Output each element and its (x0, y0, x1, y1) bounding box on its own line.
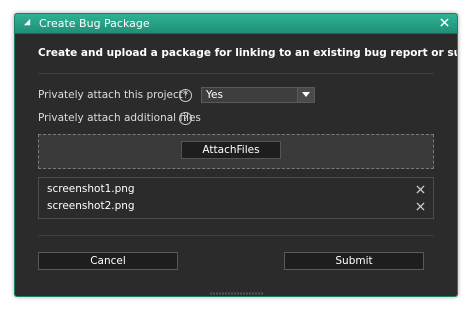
attach-project-label: Privately attach this project* (38, 89, 189, 101)
divider (38, 235, 434, 236)
attach-files-button[interactable]: AttachFiles (181, 141, 281, 159)
remove-icon[interactable] (416, 202, 425, 211)
file-name: screenshot1.png (47, 183, 135, 195)
file-item: screenshot1.png (39, 182, 433, 198)
cancel-button[interactable]: Cancel (38, 252, 178, 270)
attach-files-label: Privately attach additional files (38, 112, 201, 124)
dialog-heading: Create and upload a package for linking … (38, 47, 457, 59)
chevron-down-icon (302, 92, 310, 97)
submit-button[interactable]: Submit (284, 252, 424, 270)
attach-project-select[interactable]: Yes (201, 87, 315, 103)
divider (38, 73, 434, 74)
close-icon[interactable] (439, 17, 450, 28)
help-circle-icon[interactable]: ? (179, 112, 192, 125)
file-name: screenshot2.png (47, 200, 135, 212)
help-circle-icon[interactable]: ? (179, 89, 192, 102)
title-bar[interactable]: Create Bug Package (15, 14, 457, 34)
create-bug-package-dialog: Create Bug Package Create and upload a p… (14, 13, 458, 297)
file-item: screenshot2.png (39, 199, 433, 215)
dropdown-button[interactable] (297, 88, 314, 102)
attached-files-list: screenshot1.png screenshot2.png (38, 177, 434, 219)
file-drop-zone[interactable]: AttachFiles (38, 134, 434, 169)
attach-project-value: Yes (206, 89, 223, 101)
resize-grip-icon[interactable] (210, 292, 264, 295)
window-title: Create Bug Package (39, 17, 150, 30)
collapse-caret-icon[interactable] (23, 18, 32, 27)
remove-icon[interactable] (416, 185, 425, 194)
